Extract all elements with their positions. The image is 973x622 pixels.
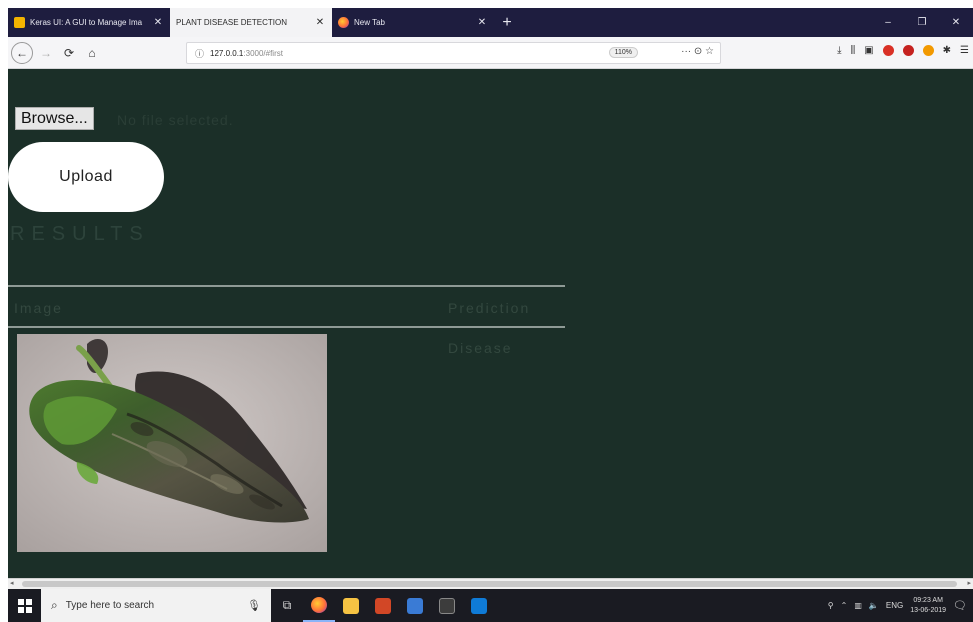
tab-title: PLANT DISEASE DETECTION bbox=[176, 18, 287, 27]
search-icon: ⌕ bbox=[51, 598, 58, 612]
browse-button[interactable]: Browse... bbox=[15, 107, 94, 130]
vscode-taskbar-app[interactable] bbox=[463, 589, 495, 622]
tab-close-icon[interactable]: ✕ bbox=[152, 17, 164, 28]
library-icon[interactable]: ⫼ bbox=[851, 45, 856, 56]
file-status-text: No file selected. bbox=[117, 112, 234, 128]
forward-button[interactable]: → bbox=[36, 43, 56, 63]
firefox-icon bbox=[311, 596, 327, 613]
photos-icon bbox=[407, 597, 423, 614]
minimize-button[interactable]: – bbox=[871, 8, 905, 37]
scrollbar-thumb[interactable] bbox=[22, 581, 957, 587]
notifications-icon[interactable]: 🗨 bbox=[953, 599, 967, 612]
tab-close-icon[interactable]: ✕ bbox=[476, 17, 488, 28]
keras-favicon-icon bbox=[14, 17, 25, 28]
firefox-favicon-icon bbox=[338, 17, 349, 28]
navigation-bar: ← → ⟳ ⌂ ⓘ 127.0.0.1 :3000/#first 110% ··… bbox=[8, 37, 973, 69]
clock-date: 13-06-2019 bbox=[910, 606, 947, 614]
home-button[interactable]: ⌂ bbox=[82, 43, 102, 63]
file-explorer-taskbar-app[interactable] bbox=[335, 589, 367, 622]
orange-extension-icon[interactable] bbox=[922, 45, 934, 56]
browser-tab-strip: Keras UI: A GUI to Manage Ima ✕ PLANT DI… bbox=[8, 8, 973, 37]
tab-keras-ui[interactable]: Keras UI: A GUI to Manage Ima ✕ bbox=[8, 8, 170, 37]
column-header-prediction: Prediction bbox=[448, 300, 531, 316]
scroll-right-icon[interactable]: ▸ bbox=[967, 579, 971, 587]
powerpoint-taskbar-app[interactable] bbox=[367, 589, 399, 622]
terminal-icon bbox=[439, 597, 455, 614]
downloads-icon[interactable]: ⤓ bbox=[837, 45, 841, 56]
leaf-photo bbox=[17, 334, 327, 552]
new-tab-button[interactable]: + bbox=[494, 8, 520, 37]
site-info-icon[interactable]: ⓘ bbox=[195, 47, 204, 60]
tab-title: Keras UI: A GUI to Manage Ima bbox=[30, 18, 143, 27]
taskbar-search-box[interactable]: ⌕ Type here to search 🎙 bbox=[41, 589, 271, 622]
window-controls: – ❐ ✕ bbox=[871, 8, 973, 37]
zoom-indicator[interactable]: 110% bbox=[608, 47, 638, 58]
network-icon[interactable]: ▥ bbox=[854, 601, 862, 610]
address-bar[interactable]: ⓘ 127.0.0.1 :3000/#first 110% ··· ⊙ ☆ bbox=[186, 42, 721, 64]
menu-icon[interactable]: ☰ bbox=[960, 45, 969, 56]
upload-button[interactable]: Upload bbox=[8, 142, 164, 212]
back-button[interactable]: ← bbox=[11, 41, 33, 64]
taskbar-clock[interactable]: 09:23 AM 13-06-2019 bbox=[910, 596, 946, 616]
stop-extension-icon[interactable] bbox=[902, 45, 914, 56]
terminal-taskbar-app[interactable] bbox=[431, 589, 463, 622]
close-window-button[interactable]: ✕ bbox=[939, 8, 973, 37]
page-content: Browse... No file selected. Upload RESUL… bbox=[8, 69, 973, 578]
table-top-divider bbox=[8, 285, 565, 287]
reload-button[interactable]: ⟳ bbox=[59, 43, 79, 63]
column-header-image: Image bbox=[14, 300, 63, 316]
start-button[interactable] bbox=[8, 589, 41, 622]
photos-taskbar-app[interactable] bbox=[399, 589, 431, 622]
url-host: 127.0.0.1 bbox=[210, 48, 244, 58]
extension-icon[interactable]: ✱ bbox=[943, 45, 951, 56]
clock-time: 09:23 AM bbox=[913, 596, 943, 604]
volume-icon[interactable]: 🔈 bbox=[869, 601, 879, 610]
windows-logo-icon bbox=[17, 598, 32, 613]
search-placeholder: Type here to search bbox=[65, 600, 155, 611]
adblock-extension-icon[interactable] bbox=[882, 45, 894, 56]
leaf-image bbox=[17, 334, 327, 552]
tab-plant-disease-detection[interactable]: PLANT DISEASE DETECTION ✕ bbox=[170, 8, 332, 37]
microphone-icon[interactable]: 🎙 bbox=[247, 599, 261, 612]
powerpoint-icon bbox=[375, 597, 391, 614]
folder-icon bbox=[343, 597, 359, 614]
table-header-divider bbox=[8, 326, 565, 328]
tab-new-tab[interactable]: New Tab ✕ bbox=[332, 8, 494, 37]
maximize-button[interactable]: ❐ bbox=[905, 8, 939, 37]
sidebar-icon[interactable]: ▣ bbox=[864, 45, 873, 56]
people-icon[interactable]: ⚲ bbox=[828, 601, 834, 610]
task-view-button[interactable]: ⧉ bbox=[271, 589, 303, 622]
system-tray: ⚲ ⌃ ▥ 🔈 ENG 09:23 AM 13-06-2019 🗨 bbox=[828, 589, 973, 622]
windows-taskbar: ⌕ Type here to search 🎙 ⧉ ⚲ ⌃ ▥ 🔈 ENG 09… bbox=[8, 589, 973, 622]
tab-title: New Tab bbox=[354, 18, 385, 27]
vscode-icon bbox=[471, 597, 487, 614]
horizontal-scrollbar[interactable]: ◂ ▸ bbox=[8, 578, 973, 589]
results-heading: RESULTS bbox=[10, 223, 150, 245]
language-indicator[interactable]: ENG bbox=[886, 601, 903, 610]
toolbar-extensions: ⤓ ⫼ ▣ ✱ ☰ bbox=[837, 45, 969, 56]
tab-close-icon[interactable]: ✕ bbox=[314, 17, 326, 28]
scroll-left-icon[interactable]: ◂ bbox=[10, 579, 14, 587]
tray-overflow-icon[interactable]: ⌃ bbox=[841, 601, 848, 610]
firefox-taskbar-app[interactable] bbox=[303, 589, 335, 622]
prediction-value: Disease bbox=[448, 340, 513, 356]
page-actions[interactable]: ··· ⊙ ☆ bbox=[681, 46, 714, 57]
url-path: :3000/#first bbox=[243, 48, 283, 58]
